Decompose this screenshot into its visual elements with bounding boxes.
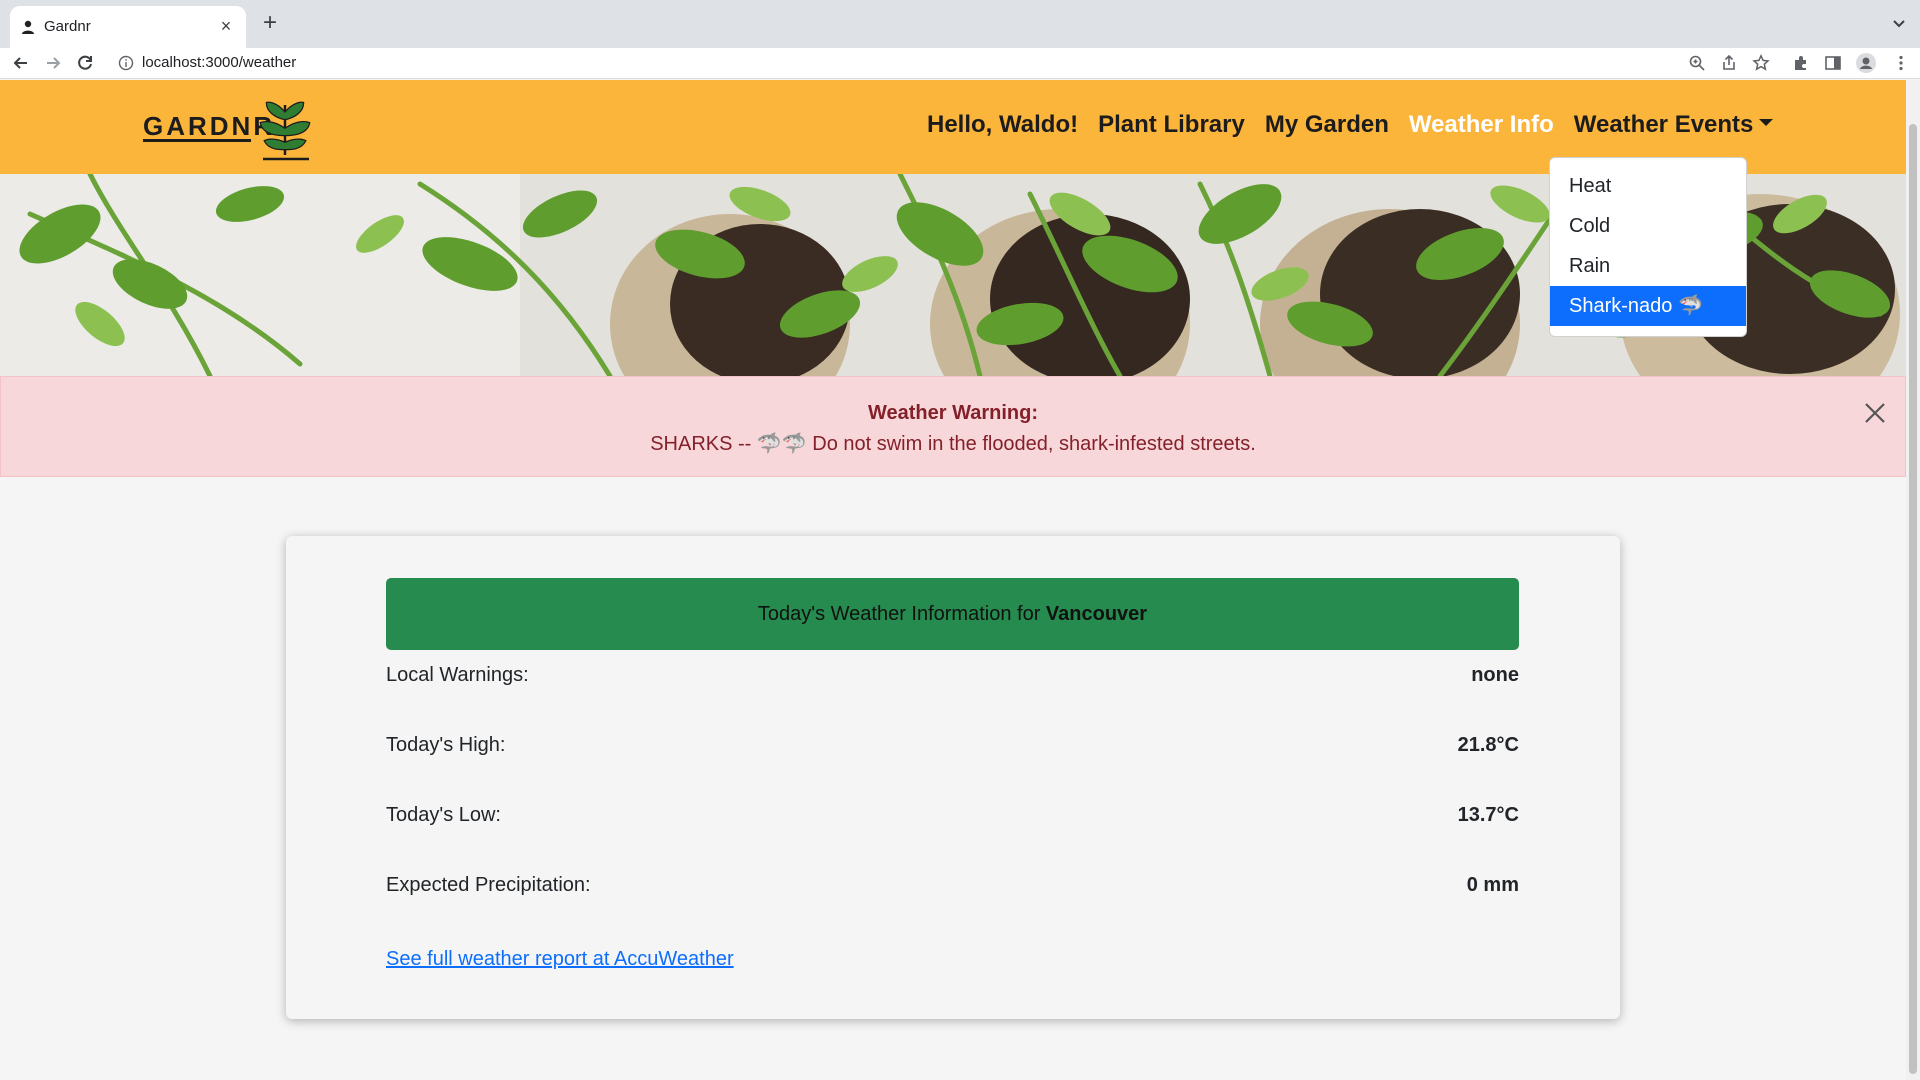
nav-weather-info[interactable]: Weather Info	[1409, 110, 1554, 140]
alert-title: Weather Warning:	[867, 402, 1038, 424]
weather-card-header: Today's Weather Information for Vancouve…	[386, 578, 1519, 650]
row-label: Today's High:	[386, 734, 506, 756]
row-label: Local Warnings:	[386, 664, 529, 686]
dropdown-item-heat[interactable]: Heat	[1550, 166, 1746, 206]
logo-text: GARDNR	[143, 111, 275, 141]
nav-weather-events-label: Weather Events	[1573, 111, 1754, 138]
info-icon[interactable]	[118, 55, 134, 71]
browser-tab-bar: Gardnr × +	[0, 0, 1920, 48]
row-value: none	[1471, 664, 1519, 686]
nav-links: Hello, Waldo! Plant Library My Garden We…	[927, 110, 1793, 140]
bookmark-star-icon[interactable]	[1752, 54, 1770, 72]
row-value: 21.8°C	[1457, 734, 1519, 756]
address-bar[interactable]: localhost:3000/weather	[110, 50, 1700, 76]
dropdown-item-rain[interactable]: Rain	[1550, 246, 1746, 286]
nav-plant-library[interactable]: Plant Library	[1098, 110, 1245, 140]
nav-weather-events-toggle[interactable]: Weather Events	[1574, 110, 1774, 140]
tab-close-icon[interactable]: ×	[216, 16, 236, 36]
reload-icon[interactable]	[74, 52, 96, 74]
chevron-down-icon[interactable]	[1890, 14, 1908, 32]
weather-row-precipitation: Expected Precipitation: 0 mm	[386, 874, 1519, 904]
weather-events-dropdown: Heat Cold Rain Shark-nado 🦈	[1549, 157, 1747, 337]
nav-greeting[interactable]: Hello, Waldo!	[927, 110, 1078, 140]
person-icon	[22, 20, 34, 34]
row-label: Today's Low:	[386, 804, 501, 826]
new-tab-button[interactable]: +	[258, 11, 282, 36]
gardnr-logo[interactable]: GARDNR	[143, 93, 315, 163]
side-panel-icon[interactable]	[1824, 54, 1842, 72]
header-prefix: Today's Weather Information for	[757, 603, 1046, 625]
profile-avatar-icon[interactable]	[1856, 53, 1876, 73]
weather-row-warnings: Local Warnings: none	[386, 664, 1519, 694]
more-menu-icon[interactable]	[1892, 54, 1910, 72]
row-value: 0 mm	[1466, 874, 1519, 896]
alert-message: SHARKS -- 🦈🦈 Do not swim in the flooded,…	[650, 433, 1256, 455]
row-label: Expected Precipitation:	[386, 874, 591, 896]
forward-arrow-icon[interactable]	[42, 52, 64, 74]
zoom-icon[interactable]	[1688, 54, 1706, 72]
weather-row-low: Today's Low: 13.7°C	[386, 804, 1519, 834]
row-value: 13.7°C	[1457, 804, 1519, 826]
nav-my-garden[interactable]: My Garden	[1265, 110, 1389, 140]
url-text: localhost:3000/weather	[142, 54, 297, 71]
weather-row-high: Today's High: 21.8°C	[386, 734, 1519, 764]
close-icon[interactable]	[1863, 401, 1887, 425]
weather-card: Today's Weather Information for Vancouve…	[286, 536, 1620, 1019]
page-content: GARDNR Hello, Waldo! Plant Library My Ga…	[0, 80, 1906, 1080]
tab-title: Gardnr	[44, 18, 91, 35]
city-name: Vancouver	[1045, 603, 1148, 625]
dropdown-item-cold[interactable]: Cold	[1550, 206, 1746, 246]
back-arrow-icon[interactable]	[10, 52, 32, 74]
browser-tab[interactable]: Gardnr ×	[10, 6, 246, 48]
extensions-icon[interactable]	[1792, 54, 1810, 72]
page-scrollbar[interactable]	[1906, 80, 1920, 1080]
share-icon[interactable]	[1720, 54, 1738, 72]
weather-warning-alert: Weather Warning: SHARKS -- 🦈🦈 Do not swi…	[0, 376, 1906, 477]
caret-down-icon	[1759, 119, 1774, 127]
scrollbar-thumb[interactable]	[1909, 124, 1917, 1074]
browser-toolbar: localhost:3000/weather	[0, 48, 1920, 79]
dropdown-item-sharknado[interactable]: Shark-nado 🦈	[1550, 286, 1746, 326]
accuweather-link[interactable]: See full weather report at AccuWeather	[386, 948, 734, 971]
